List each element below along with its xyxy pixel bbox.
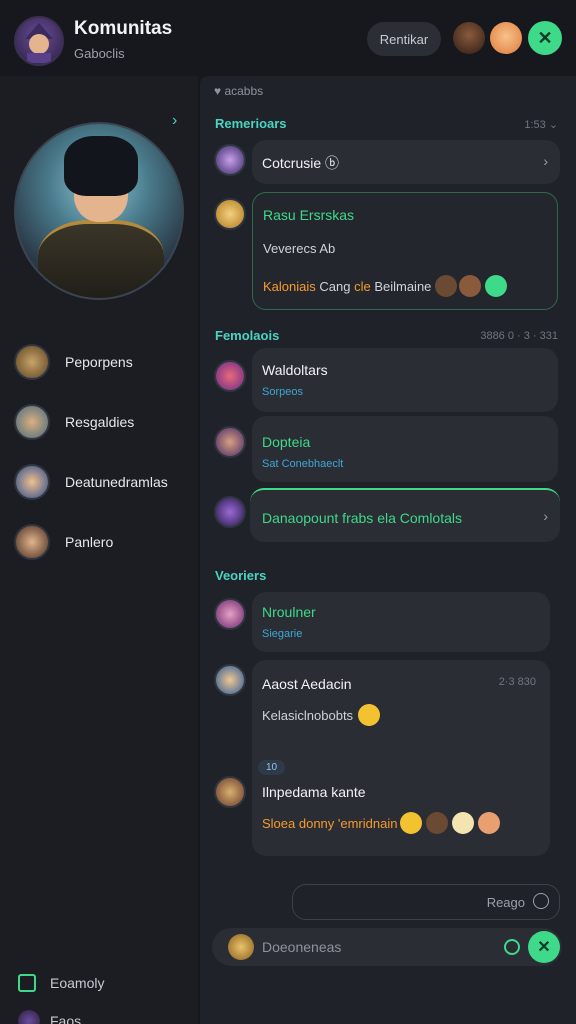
card-title: Aaost Aedacin bbox=[262, 676, 352, 692]
card-subtitle: Siegarie bbox=[262, 628, 303, 640]
member-avatar[interactable] bbox=[490, 22, 522, 54]
avatar[interactable] bbox=[214, 360, 246, 392]
card-title: Waldoltars bbox=[262, 362, 328, 378]
conversation-card[interactable]: Cotcrusie ⓑ › bbox=[252, 140, 560, 184]
section-title: Veoriers bbox=[215, 568, 267, 583]
footer-label: Faos bbox=[50, 1013, 82, 1024]
emoji-icon[interactable] bbox=[459, 275, 481, 297]
message-input[interactable] bbox=[262, 928, 482, 966]
message-card[interactable]: Aaost Aedacin 2·3 830 Kelasiclnobobts 10… bbox=[252, 660, 550, 856]
emoji-icon[interactable] bbox=[358, 704, 380, 726]
emoji-icon[interactable] bbox=[452, 812, 474, 834]
message-text: Beilmaine bbox=[370, 279, 432, 294]
card-title: Cotcrusie ⓑ bbox=[262, 155, 340, 171]
armor-shape bbox=[38, 220, 164, 298]
emoji-icon[interactable] bbox=[533, 893, 549, 909]
sidebar-item[interactable]: Resgaldies bbox=[14, 402, 194, 442]
header-button[interactable]: Rentikar bbox=[367, 22, 441, 56]
app-subtitle: Gaboclis bbox=[74, 46, 125, 61]
member-avatar[interactable] bbox=[453, 22, 485, 54]
message-card[interactable]: Rasu Ersrskas Veverecs Ab Kaloniais Cang… bbox=[252, 192, 558, 310]
avatar bbox=[14, 404, 50, 440]
conversation-card[interactable]: Nroulner Siegarie bbox=[252, 592, 550, 652]
send-button[interactable]: ✕ bbox=[528, 931, 560, 963]
card-subtitle: Sat Conebhaeclt bbox=[262, 458, 344, 470]
avatar[interactable] bbox=[214, 664, 246, 696]
message-line: Kaloniais Cang cle Beilmaine bbox=[263, 279, 431, 294]
avatar[interactable] bbox=[214, 426, 246, 458]
profile-avatar[interactable] bbox=[14, 122, 184, 300]
message-line: Kelasiclnobobts bbox=[262, 708, 354, 723]
sidebar-item[interactable]: Deatunedramlas bbox=[14, 462, 194, 502]
avatar[interactable] bbox=[214, 144, 246, 176]
chevron-right-icon[interactable]: › bbox=[172, 112, 177, 130]
emoji-icon[interactable] bbox=[400, 812, 422, 834]
community-avatar[interactable] bbox=[14, 16, 64, 66]
conversation-card[interactable]: Dopteia Sat Conebhaeclt bbox=[252, 416, 558, 482]
avatar[interactable] bbox=[214, 496, 246, 528]
attach-icon[interactable] bbox=[504, 939, 520, 955]
sidebar-item-label: Resgaldies bbox=[65, 414, 135, 430]
section-title: Remerioars bbox=[215, 116, 287, 131]
card-title: Dopteia bbox=[262, 434, 311, 450]
card-title: Ilnpedama kante bbox=[262, 784, 366, 800]
emoji-icon[interactable] bbox=[485, 275, 507, 297]
close-icon[interactable]: ✕ bbox=[528, 21, 562, 55]
panel-header: ♥ acabbs bbox=[214, 84, 264, 98]
section-title: Femolaois bbox=[215, 328, 280, 343]
emoji-icon[interactable] bbox=[426, 812, 448, 834]
reply-placeholder: Reago bbox=[486, 895, 525, 910]
card-subtitle: Sorpeos bbox=[262, 386, 303, 398]
highlight-text: Kaloniais bbox=[263, 279, 316, 294]
sidebar: › Peporpens Resgaldies Deatunedramlas Pa… bbox=[0, 76, 198, 1024]
section-meta: 3886 0 · 3 · 331 bbox=[480, 330, 558, 342]
avatar bbox=[228, 934, 254, 960]
sidebar-item[interactable]: Peporpens bbox=[14, 342, 194, 382]
reaction-tag[interactable]: 10 bbox=[258, 760, 286, 775]
app-header: Komunitas Gaboclis Rentikar ✕ bbox=[0, 0, 576, 76]
emoji-icon[interactable] bbox=[478, 812, 500, 834]
highlight-text: cle bbox=[354, 279, 371, 294]
app-title: Komunitas bbox=[74, 18, 173, 39]
chevron-right-icon: › bbox=[543, 153, 548, 169]
hair-shape bbox=[64, 136, 138, 196]
message-line: Sloea donny 'emridnain bbox=[262, 816, 398, 831]
sidebar-item-label: Peporpens bbox=[65, 354, 133, 370]
message-time: 2·3 830 bbox=[498, 676, 536, 688]
avatar[interactable] bbox=[214, 198, 246, 230]
avatar bbox=[14, 524, 50, 560]
avatar bbox=[14, 464, 50, 500]
message-text: Cang bbox=[315, 279, 355, 294]
card-title: Nroulner bbox=[262, 604, 316, 620]
footer-label: Eoamoly bbox=[50, 975, 105, 991]
sidebar-item-label: Panlero bbox=[65, 534, 114, 550]
card-title: Danaopount frabs ela Comlotals bbox=[262, 510, 463, 526]
sidebar-item[interactable]: Panlero bbox=[14, 522, 194, 562]
emoji-icon[interactable] bbox=[435, 275, 457, 297]
calendar-icon bbox=[18, 974, 36, 992]
avatar[interactable] bbox=[214, 776, 246, 808]
sidebar-footer-item[interactable]: Eoamoly bbox=[18, 974, 104, 992]
chevron-right-icon: › bbox=[543, 508, 548, 524]
reply-field[interactable]: Reago bbox=[292, 884, 560, 920]
avatar[interactable] bbox=[214, 598, 246, 630]
message-line: Veverecs Ab bbox=[263, 241, 336, 256]
chat-panel: ♥ acabbs Remerioars 1:53 ⌄ Cotcrusie ⓑ ›… bbox=[200, 76, 576, 1024]
message-composer: ✕ bbox=[212, 928, 562, 966]
card-title: Rasu Ersrskas bbox=[263, 207, 355, 223]
avatar bbox=[14, 344, 50, 380]
sidebar-item-label: Deatunedramlas bbox=[65, 474, 168, 490]
avatar bbox=[18, 1010, 40, 1024]
conversation-card[interactable]: Danaopount frabs ela Comlotals › bbox=[250, 488, 560, 542]
section-meta: 1:53 ⌄ bbox=[524, 119, 558, 131]
sidebar-footer-item[interactable]: Faos bbox=[18, 1010, 81, 1024]
conversation-card[interactable]: Waldoltars Sorpeos bbox=[252, 348, 558, 412]
